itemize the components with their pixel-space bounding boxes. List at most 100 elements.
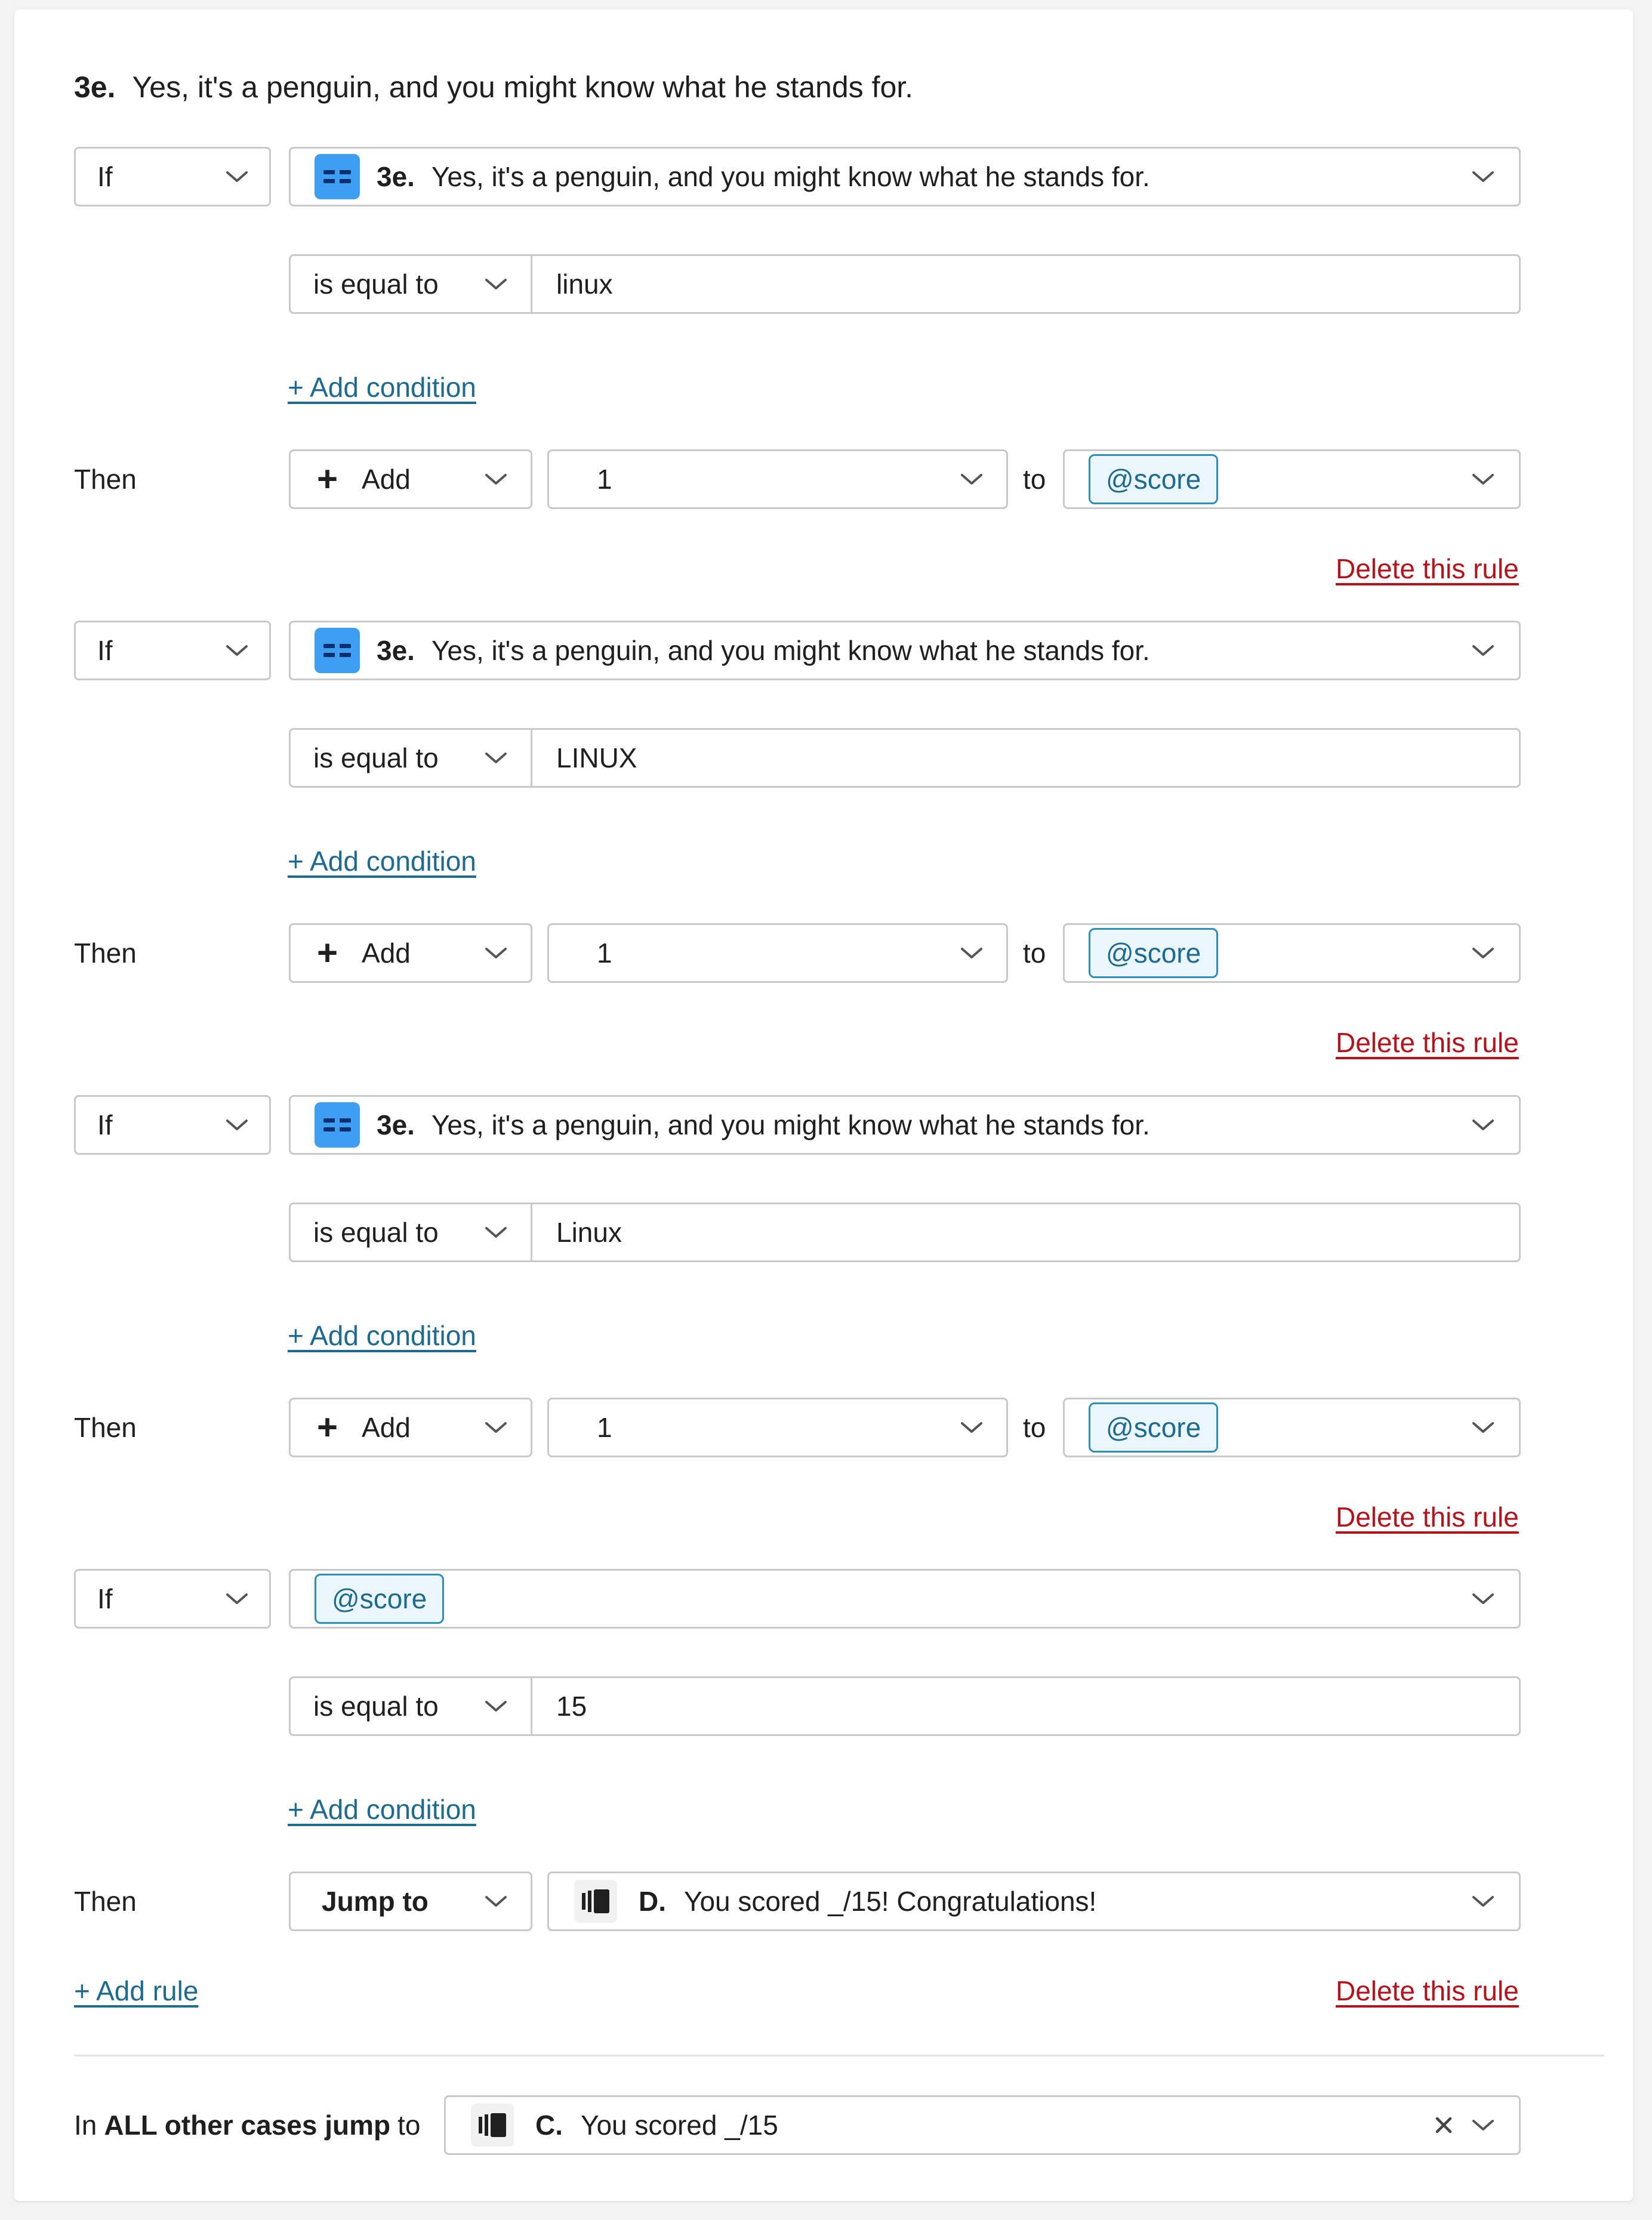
condition-subject-dropdown[interactable]: 3e. Yes, it's a penguin, and you might k… — [289, 147, 1521, 206]
amount-dropdown[interactable]: 1 — [547, 449, 1008, 509]
plus-icon: + — [317, 459, 338, 499]
if-label: If — [97, 1109, 113, 1140]
short-text-question-icon — [315, 1102, 360, 1148]
add-condition-link[interactable]: + Add condition — [288, 1318, 476, 1353]
chevron-down-icon — [1471, 946, 1495, 960]
to-label: to — [1023, 464, 1046, 495]
chevron-down-icon — [1471, 472, 1495, 486]
other-screen-letter: C. — [535, 2110, 563, 2141]
chevron-down-icon — [484, 1225, 508, 1240]
then-label: Then — [74, 938, 137, 969]
action-dropdown[interactable]: + Add — [289, 1398, 532, 1457]
if-label: If — [97, 635, 113, 666]
chevron-down-icon — [484, 946, 508, 960]
action-label: Add — [362, 1412, 411, 1443]
target-screen-text: You scored _/15! Congratulations! — [684, 1886, 1097, 1917]
delete-rule-link[interactable]: Delete this rule — [1336, 1499, 1519, 1535]
variable-dropdown[interactable]: @score — [1063, 449, 1521, 509]
add-rule-link[interactable]: + Add rule — [74, 1973, 198, 2009]
other-cases-prefix: In — [74, 2110, 97, 2141]
add-condition-link[interactable]: + Add condition — [288, 369, 476, 405]
add-condition-link[interactable]: + Add condition — [288, 1792, 476, 1827]
condition-value: linux — [556, 269, 613, 300]
condition-value-input[interactable]: Linux — [531, 1202, 1521, 1262]
jump-target-dropdown[interactable]: D. You scored _/15! Congratulations! — [547, 1871, 1521, 1931]
action-label: Add — [362, 938, 411, 969]
action-label: Jump to — [322, 1886, 429, 1917]
condition-value: Linux — [556, 1217, 622, 1248]
delete-rule-link[interactable]: Delete this rule — [1336, 551, 1519, 587]
action-dropdown[interactable]: + Add — [289, 449, 532, 509]
condition-subject-dropdown[interactable]: @score — [289, 1569, 1521, 1629]
chevron-down-icon — [484, 277, 508, 291]
chevron-down-icon — [484, 1699, 508, 1713]
target-screen-letter: D. — [639, 1886, 666, 1917]
ending-screen-icon — [574, 1880, 617, 1923]
action-dropdown[interactable]: + Add — [289, 923, 532, 983]
if-dropdown[interactable]: If — [74, 1569, 271, 1629]
condition-value: LINUX — [556, 742, 637, 773]
chevron-down-icon — [1471, 1118, 1495, 1132]
if-dropdown[interactable]: If — [74, 621, 271, 680]
condition-value-input[interactable]: linux — [531, 254, 1521, 314]
other-cases-label: In ALL other cases jump to — [74, 2095, 420, 2155]
subject-question-number: 3e. — [377, 635, 415, 666]
subject-question-number: 3e. — [377, 161, 415, 192]
chevron-down-icon — [1471, 643, 1495, 658]
chevron-down-icon — [1471, 2118, 1495, 2132]
variable-dropdown[interactable]: @score — [1063, 1398, 1521, 1457]
chevron-down-icon — [960, 946, 984, 960]
subject-question-text: Yes, it's a penguin, and you might know … — [431, 1109, 1150, 1140]
operator-dropdown[interactable]: is equal to — [289, 728, 532, 788]
condition-value-input[interactable]: 15 — [531, 1676, 1521, 1736]
operator-label: is equal to — [313, 1217, 439, 1248]
ending-screen-icon — [471, 2104, 514, 2147]
delete-rule-link[interactable]: Delete this rule — [1336, 1973, 1519, 2009]
close-icon[interactable] — [1433, 2114, 1454, 2136]
operator-dropdown[interactable]: is equal to — [289, 1676, 532, 1736]
amount-dropdown[interactable]: 1 — [547, 923, 1008, 983]
subject-question-text: Yes, it's a penguin, and you might know … — [431, 635, 1150, 666]
variable-pill: @score — [1089, 454, 1219, 504]
condition-value: 15 — [556, 1691, 587, 1722]
chevron-down-icon — [960, 1420, 984, 1435]
then-label: Then — [74, 1886, 137, 1917]
chevron-down-icon — [484, 751, 508, 765]
condition-value-input[interactable]: LINUX — [531, 728, 1521, 788]
then-label: Then — [74, 1412, 137, 1443]
delete-rule-link[interactable]: Delete this rule — [1336, 1025, 1519, 1060]
chevron-down-icon — [484, 1420, 508, 1435]
chevron-down-icon — [225, 1118, 249, 1132]
operator-dropdown[interactable]: is equal to — [289, 254, 532, 314]
plus-icon: + — [317, 933, 338, 973]
if-label: If — [97, 161, 113, 192]
question-number: 3e. — [74, 70, 116, 104]
other-cases-suffix: to — [397, 2110, 421, 2141]
amount-value: 1 — [597, 1412, 612, 1443]
other-screen-text: You scored _/15 — [581, 2110, 778, 2141]
amount-dropdown[interactable]: 1 — [547, 1398, 1008, 1457]
if-dropdown[interactable]: If — [74, 1095, 271, 1155]
action-label: Add — [362, 464, 411, 495]
divider — [74, 2055, 1604, 2056]
variable-dropdown[interactable]: @score — [1063, 923, 1521, 983]
short-text-question-icon — [315, 154, 360, 199]
condition-subject-dropdown[interactable]: 3e. Yes, it's a penguin, and you might k… — [289, 1095, 1521, 1155]
variable-pill: @score — [1089, 1402, 1219, 1453]
operator-dropdown[interactable]: is equal to — [289, 1202, 532, 1262]
if-dropdown[interactable]: If — [74, 147, 271, 206]
short-text-question-icon — [315, 628, 360, 673]
question-text: Yes, it's a penguin, and you might know … — [132, 70, 914, 104]
plus-icon: + — [317, 1407, 338, 1447]
other-cases-jump-dropdown[interactable]: C. You scored _/15 — [444, 2095, 1521, 2155]
condition-subject-dropdown[interactable]: 3e. Yes, it's a penguin, and you might k… — [289, 621, 1521, 680]
to-label: to — [1023, 1412, 1046, 1443]
add-condition-link[interactable]: + Add condition — [288, 843, 476, 879]
chevron-down-icon — [225, 169, 249, 184]
subject-question-text: Yes, it's a penguin, and you might know … — [431, 161, 1150, 192]
operator-label: is equal to — [313, 269, 439, 300]
if-label: If — [97, 1583, 113, 1614]
chevron-down-icon — [1471, 169, 1495, 184]
action-dropdown[interactable]: Jump to — [289, 1871, 532, 1931]
other-cases-emphasis: ALL other cases jump — [104, 2110, 391, 2141]
